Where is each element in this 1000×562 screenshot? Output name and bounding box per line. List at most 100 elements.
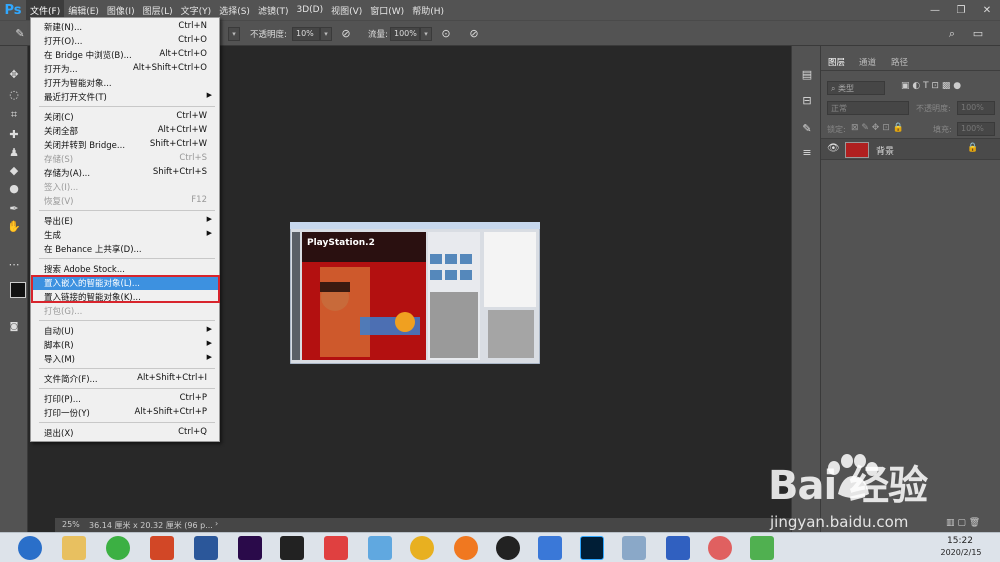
clock-date[interactable]: 2020/2/15 — [936, 548, 986, 557]
menu-item-close-go-bridge[interactable]: 关闭并转到 Bridge... Shift+Ctrl+W — [32, 138, 219, 152]
photoshop-taskbar-icon[interactable] — [580, 536, 604, 560]
menu-item-close-all[interactable]: 关闭全部 Alt+Ctrl+W — [32, 124, 219, 138]
menu-item-import[interactable]: 导入(M) ▶ — [32, 352, 219, 366]
tab-channels[interactable]: 通道 — [859, 56, 876, 68]
more-tools-icon[interactable]: ⋯ — [5, 256, 23, 274]
lock-icon: 🔒 — [967, 143, 979, 153]
window-controls: — ❐ ✕ — [922, 0, 1000, 20]
file-explorer-icon[interactable] — [62, 536, 86, 560]
menu-item-open-smart-object[interactable]: 打开为智能对象... — [32, 76, 219, 90]
menu-item-generate[interactable]: 生成 ▶ — [32, 228, 219, 242]
layer-row[interactable]: 👁 背景 🔒 — [821, 138, 1000, 160]
menu-item-new[interactable]: 新建(N)... Ctrl+N — [32, 20, 219, 34]
menu-item-automate[interactable]: 自动(U) ▶ — [32, 324, 219, 338]
restore-button[interactable]: ❐ — [948, 0, 974, 20]
menu-filter[interactable]: 滤镜(T) — [254, 0, 293, 20]
pen-tool-icon[interactable]: ✒ — [5, 200, 23, 218]
app-icon[interactable] — [368, 536, 392, 560]
app-icon[interactable] — [708, 536, 732, 560]
menu-item-print[interactable]: 打印(P)... Ctrl+P — [32, 392, 219, 406]
powerpoint-icon[interactable] — [150, 536, 174, 560]
healing-tool-icon[interactable]: ✚ — [5, 126, 23, 144]
wps-icon[interactable] — [666, 536, 690, 560]
premiere-icon[interactable] — [238, 536, 262, 560]
watermark-logo: Bai 经验 — [768, 463, 928, 509]
menu-item-export[interactable]: 导出(E) ▶ — [32, 214, 219, 228]
menu-item-search-adobe-stock[interactable]: 搜索 Adobe Stock... — [32, 262, 219, 276]
pressure-opacity-icon[interactable]: ⊘ — [338, 26, 354, 42]
word-icon[interactable] — [194, 536, 218, 560]
layer-actions-icons[interactable]: ▥ ▢ 🗑 — [946, 518, 980, 528]
wechat-icon[interactable] — [106, 536, 130, 560]
menu-item-recent-files[interactable]: 最近打开文件(T) ▶ — [32, 90, 219, 104]
submenu-arrow-icon: ▶ — [206, 339, 212, 347]
blur-tool-icon[interactable]: ● — [5, 180, 23, 198]
menu-item-save-as[interactable]: 存储为(A)... Shift+Ctrl+S — [32, 166, 219, 180]
hand-tool-icon[interactable]: ✋ — [5, 218, 23, 236]
eraser-tool-icon[interactable]: ◆ — [5, 162, 23, 180]
opacity-dropdown-icon[interactable]: ▾ — [320, 27, 332, 41]
qq-icon[interactable] — [496, 536, 520, 560]
minimize-button[interactable]: — — [922, 0, 948, 20]
highlight-annotation-box — [31, 275, 220, 303]
menu-window[interactable]: 窗口(W) — [366, 0, 408, 20]
menu-select[interactable]: 选择(S) — [215, 0, 254, 20]
flow-input[interactable]: 100% — [390, 27, 420, 41]
chrome-icon[interactable] — [410, 536, 434, 560]
brush-panel-icon[interactable]: ✎ — [798, 120, 816, 138]
menu-item-open[interactable]: 打开(O)... Ctrl+O — [32, 34, 219, 48]
layer-filter-icons[interactable]: ▣ ◐ T ⊡ ▩ ● — [901, 81, 997, 95]
app-icon[interactable] — [454, 536, 478, 560]
pressure-size-icon[interactable]: ⊘ — [466, 26, 482, 42]
properties-panel-icon[interactable]: ⊟ — [798, 92, 816, 110]
layer-name: 背景 — [876, 147, 895, 157]
app-icon[interactable] — [750, 536, 774, 560]
menu-item-exit[interactable]: 退出(X) Ctrl+Q — [32, 426, 219, 440]
menu-item-browse-bridge[interactable]: 在 Bridge 中浏览(B)... Alt+Ctrl+O — [32, 48, 219, 62]
app-icon[interactable] — [324, 536, 348, 560]
menu-3d[interactable]: 3D(D) — [292, 0, 327, 20]
adjustments-panel-icon[interactable]: ≡ — [798, 144, 816, 162]
tab-paths[interactable]: 路径 — [891, 56, 908, 68]
layer-opacity-input[interactable]: 100% — [957, 101, 995, 115]
menu-item-file-info[interactable]: 文件简介(F)... Alt+Shift+Ctrl+I — [32, 372, 219, 386]
mode-dropdown-icon[interactable]: ▾ — [228, 27, 240, 41]
app-icon[interactable] — [622, 536, 646, 560]
video-editor-icon[interactable] — [280, 536, 304, 560]
search-icon[interactable]: ⌕ — [944, 26, 960, 42]
eye-icon[interactable]: 👁 — [827, 143, 840, 154]
opacity-input[interactable]: 10% — [292, 27, 320, 41]
menu-item-scripts[interactable]: 脚本(R) ▶ — [32, 338, 219, 352]
blend-mode-dropdown[interactable]: 正常 — [827, 101, 909, 115]
zoom-level[interactable]: 25% — [62, 520, 80, 529]
layer-filter-dropdown[interactable]: ⌕ 类型 — [827, 81, 885, 95]
menu-item-open-as[interactable]: 打开为... Alt+Shift+Ctrl+O — [32, 62, 219, 76]
quick-mask-icon[interactable]: ◙ — [5, 318, 23, 336]
fill-input[interactable]: 100% — [957, 122, 995, 136]
lock-icons[interactable]: ⊠ ✎ ✥ ⊡ 🔒 — [851, 123, 904, 133]
crop-tool-icon[interactable]: ⌗ — [5, 106, 23, 124]
status-more-arrow[interactable]: › — [215, 519, 218, 528]
menu-item-close[interactable]: 关闭(C) Ctrl+W — [32, 110, 219, 124]
flow-dropdown-icon[interactable]: ▾ — [420, 27, 432, 41]
brush-tool-icon[interactable]: ✎ — [12, 26, 28, 42]
photoshop-logo: Ps — [4, 2, 22, 18]
tab-layers[interactable]: 图层 — [828, 56, 845, 68]
clock-time[interactable]: 15:22 — [940, 536, 980, 546]
close-button[interactable]: ✕ — [974, 0, 1000, 20]
lock-label: 锁定: — [827, 125, 846, 134]
menu-item-share-behance[interactable]: 在 Behance 上共享(D)... — [32, 242, 219, 256]
foreground-color-swatch[interactable] — [10, 282, 26, 298]
lasso-tool-icon[interactable]: ◌ — [5, 86, 23, 104]
airbrush-icon[interactable]: ⊙ — [438, 26, 454, 42]
start-button-icon[interactable] — [18, 536, 42, 560]
menu-item-save: 存储(S) Ctrl+S — [44, 153, 207, 165]
stamp-tool-icon[interactable]: ♟ — [5, 144, 23, 162]
app-icon[interactable] — [538, 536, 562, 560]
history-panel-icon[interactable]: ▤ — [798, 66, 816, 84]
move-tool-icon[interactable]: ✥ — [5, 66, 23, 84]
workspace-icon[interactable]: ▭ — [970, 26, 986, 42]
menu-view[interactable]: 视图(V) — [327, 0, 366, 20]
menu-help[interactable]: 帮助(H) — [408, 0, 448, 20]
menu-item-print-one-copy[interactable]: 打印一份(Y) Alt+Shift+Ctrl+P — [32, 406, 219, 420]
